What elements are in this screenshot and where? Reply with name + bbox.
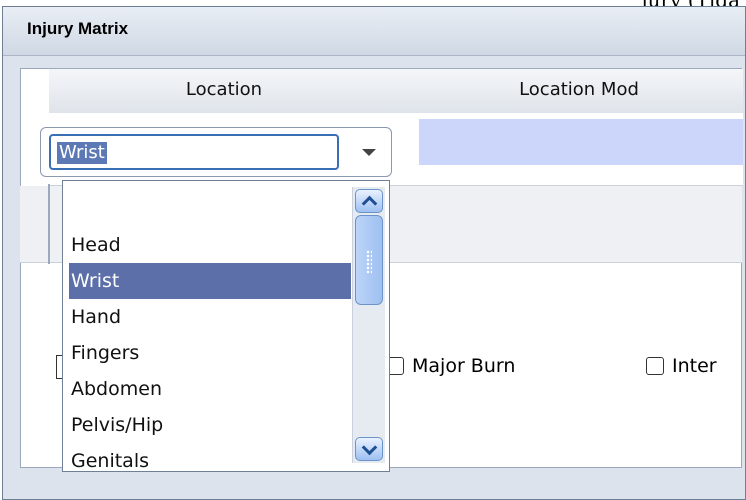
list-item-abdomen[interactable]: Abdomen [69, 371, 351, 407]
major-burn-label: Major Burn [412, 355, 516, 377]
list-item-head[interactable]: Head [69, 227, 351, 263]
location-mod-cell[interactable] [419, 119, 743, 165]
internal-option[interactable]: Inter [646, 355, 717, 377]
location-combo-field[interactable]: Wrist [49, 134, 339, 170]
column-header-location[interactable]: Location [49, 79, 399, 100]
titlebar: Injury Matrix [3, 7, 745, 56]
list-item-blank[interactable] [69, 187, 351, 227]
list-item-wrist[interactable]: Wrist [69, 263, 351, 299]
list-item-hand[interactable]: Hand [69, 299, 351, 335]
location-dropdown-list[interactable]: Head Wrist Hand Fingers Abdomen Pelvis/H… [62, 180, 390, 472]
dropdown-options: Head Wrist Hand Fingers Abdomen Pelvis/H… [69, 187, 351, 479]
scrollbar-thumb[interactable] [355, 215, 383, 305]
internal-label: Inter [672, 355, 717, 377]
major-burn-option[interactable]: Major Burn [386, 355, 515, 377]
table-header: Location Location Mod [49, 69, 743, 114]
list-item-genitals[interactable]: Genitals [69, 443, 351, 479]
chevron-down-icon [361, 439, 377, 455]
scroll-down-button[interactable] [355, 437, 383, 461]
internal-checkbox[interactable] [646, 357, 664, 375]
column-header-location-mod[interactable]: Location Mod [429, 79, 729, 100]
dropdown-scrollbar[interactable] [352, 187, 385, 463]
window-title: Injury Matrix [27, 19, 129, 38]
location-combo[interactable]: Wrist [40, 127, 392, 177]
list-item-pelvis-hip[interactable]: Pelvis/Hip [69, 407, 351, 443]
scroll-up-button[interactable] [355, 189, 383, 213]
chevron-up-icon [361, 195, 377, 211]
chevron-down-icon[interactable] [351, 134, 387, 170]
location-combo-value: Wrist [57, 142, 107, 164]
list-item-fingers[interactable]: Fingers [69, 335, 351, 371]
divider [48, 184, 50, 264]
grip-icon [366, 250, 372, 274]
